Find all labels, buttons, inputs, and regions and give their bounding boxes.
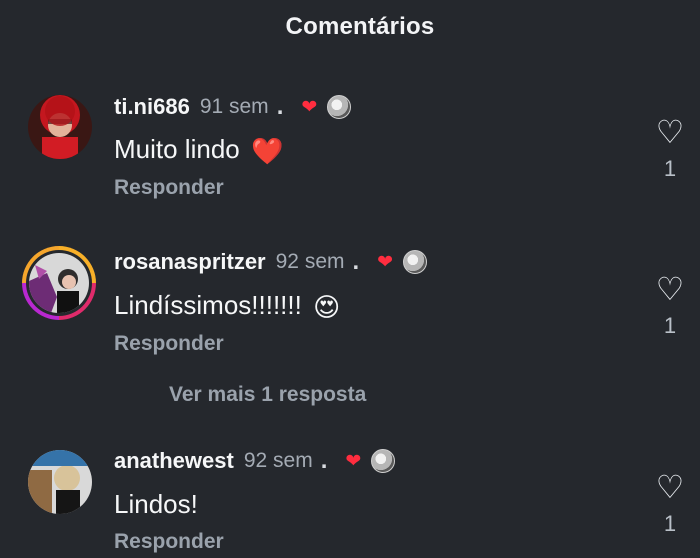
like-count: 1 (663, 156, 677, 181)
timestamp: 92 sem (243, 449, 313, 472)
page-title: Comentários (285, 13, 435, 40)
username[interactable]: anathewest (114, 448, 234, 474)
like-count: 1 (663, 511, 677, 536)
creator-avatar-icon (371, 449, 396, 473)
avatar-story-ring[interactable] (22, 246, 96, 320)
comment-text-content: Muito lindo (114, 134, 240, 164)
creator-avatar-icon (327, 95, 352, 119)
comment-meta: ti.ni686 91 sem . ❤ (114, 92, 352, 122)
separator-dot: . (320, 447, 328, 474)
reply-button[interactable]: Responder (114, 332, 224, 356)
avatar (29, 253, 89, 313)
avatar-image (28, 95, 92, 159)
comment-meta: anathewest 92 sem . ❤ (114, 446, 396, 476)
username[interactable]: rosanaspritzer (114, 249, 266, 275)
separator-dot: . (352, 248, 360, 275)
comment-meta: rosanaspritzer 92 sem . ❤ (114, 247, 428, 277)
like-heart-icon[interactable]: ♡ (648, 471, 692, 503)
like-count: 1 (663, 313, 677, 338)
creator-heart-icon: ❤ (301, 96, 318, 118)
like-control[interactable]: ♡ 1 (648, 471, 692, 537)
comment-text: Lindíssimos!!!!!!! 😍 (114, 290, 340, 323)
comment-text: Muito lindo ❤️ (114, 134, 283, 167)
avatar-image (28, 450, 92, 514)
red-heart-emoji-icon: ❤️ (250, 135, 284, 166)
comment-text-content: Lindos! (114, 489, 198, 519)
reply-button[interactable]: Responder (114, 176, 224, 200)
comment-text-content: Lindíssimos!!!!!!! (114, 290, 302, 320)
heart-eyes-emoji-icon: 😍 (313, 291, 341, 322)
like-heart-icon[interactable]: ♡ (648, 273, 692, 305)
avatar-image (29, 253, 89, 313)
like-control[interactable]: ♡ 1 (648, 273, 692, 339)
timestamp: 91 sem (199, 95, 269, 118)
timestamp: 92 sem (275, 250, 345, 273)
like-heart-icon[interactable]: ♡ (648, 116, 692, 148)
comment-text: Lindos! (114, 489, 198, 520)
like-control[interactable]: ♡ 1 (648, 116, 692, 182)
creator-heart-icon: ❤ (377, 251, 394, 273)
creator-avatar-icon (403, 250, 428, 274)
view-more-replies-button[interactable]: Ver mais 1 resposta (169, 383, 366, 407)
avatar[interactable] (28, 95, 92, 159)
avatar[interactable] (28, 450, 92, 514)
reply-button[interactable]: Responder (114, 530, 224, 554)
creator-heart-icon: ❤ (345, 450, 362, 472)
username[interactable]: ti.ni686 (114, 94, 190, 120)
separator-dot: . (276, 93, 284, 120)
